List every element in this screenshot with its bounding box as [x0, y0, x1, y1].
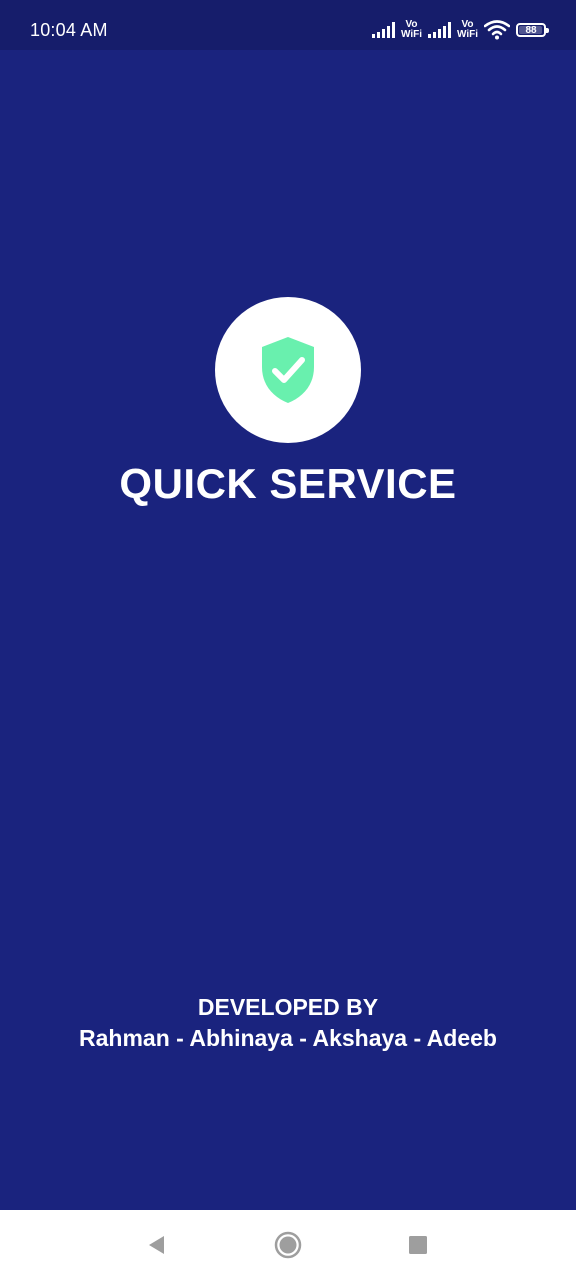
home-circle-icon [274, 1231, 302, 1259]
vowifi-bottom-text: WiFi [400, 29, 422, 40]
back-triangle-icon [149, 1236, 164, 1254]
status-time: 10:04 AM [30, 20, 108, 40]
vowifi-bottom-text-2: WiFi [456, 29, 478, 40]
navigation-bar [0, 1210, 576, 1280]
vowifi-icon-2: Vo WiFi [457, 20, 478, 40]
vowifi-icon: Vo WiFi [401, 20, 422, 40]
status-icons: Vo WiFi Vo WiFi 88 [371, 17, 549, 43]
signal-icon-2 [427, 22, 451, 38]
status-bar: 10:04 AM Vo WiFi Vo WiFi 88 [0, 0, 576, 50]
splash-screen: 10:04 AM Vo WiFi Vo WiFi 88 QUICK SERVIC… [0, 0, 576, 1280]
signal-icon [371, 22, 395, 38]
battery-icon: 88 [516, 23, 549, 37]
shield-check-icon [262, 337, 314, 403]
developed-by-label: DEVELOPED BY [197, 994, 379, 1020]
recents-button[interactable] [403, 1230, 433, 1260]
recents-square-icon [409, 1236, 427, 1254]
home-button[interactable] [273, 1230, 303, 1260]
app-logo [215, 297, 361, 443]
credits: DEVELOPED BY Rahman - Abhinaya - Akshaya… [0, 992, 576, 1054]
battery-level: 88 [525, 24, 537, 36]
app-title: QUICK SERVICE [119, 460, 457, 507]
wifi-icon [484, 20, 510, 40]
back-button[interactable] [141, 1230, 171, 1260]
developer-names: Rahman - Abhinaya - Akshaya - Adeeb [79, 1025, 497, 1051]
